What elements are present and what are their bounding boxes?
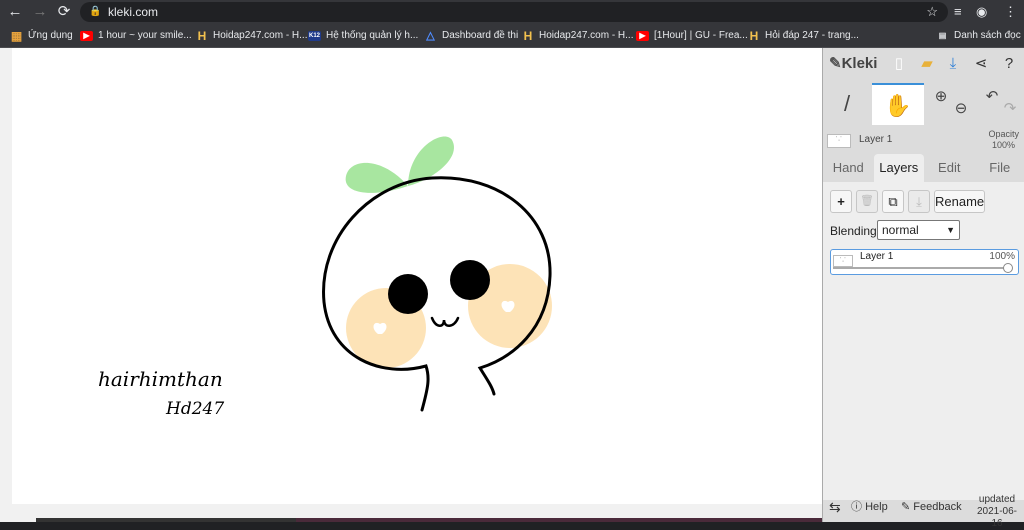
hand-tool[interactable]: ✋ — [872, 83, 924, 125]
address-bar[interactable]: 🔒 kleki.com ☆ — [80, 2, 948, 22]
feedback-button[interactable]: ✎ Feedback — [901, 500, 962, 514]
layer-thumbnail: ˙·˙ — [827, 134, 851, 148]
brush-icon: / — [844, 91, 850, 116]
bookmark-item[interactable]: ▶ 1 hour ~ your smile... — [80, 24, 192, 48]
bookmark-item[interactable]: K12 Hệ thống quản lý h... — [308, 24, 418, 48]
bookmarks-bar: ▦ Ứng dụng ▶ 1 hour ~ your smile... H Ho… — [0, 24, 1024, 48]
panel-footer: ⇆ ⓘ Help ✎ Feedback updated 2021-06-16 — [823, 492, 1024, 522]
tab-edit[interactable]: Edit — [924, 154, 975, 182]
canvas-margin — [0, 48, 12, 522]
blending-label: Blending — [830, 222, 877, 240]
download-icon[interactable]: ⤓ — [943, 54, 963, 74]
layer-name: Layer 1 — [860, 251, 893, 262]
k12-icon: K12 — [308, 31, 321, 41]
hoidap-icon: H — [196, 31, 208, 41]
leaf-shape — [346, 163, 408, 193]
hoidap-icon: H — [748, 31, 760, 41]
bookmark-item[interactable]: H Hoidap247.com - H... — [196, 24, 308, 48]
mouth — [432, 318, 458, 326]
browser-toolbar: ← → ⟳ 🔒 kleki.com ☆ ≡ ◉ ⋮ — [0, 0, 1024, 24]
youtube-icon: ▶ — [636, 31, 649, 41]
reload-icon[interactable]: ⟳ — [55, 3, 73, 21]
bookmark-item[interactable]: △ Dashboard đề thi — [424, 24, 518, 48]
layer-opacity-slider[interactable] — [1003, 263, 1013, 273]
delete-layer-button[interactable]: 🗑 — [856, 190, 878, 213]
help-icon[interactable]: ? — [999, 54, 1019, 74]
tool-row: / ✋ ⊕ ⊖ ↶ ↷ — [823, 83, 1024, 125]
bookmark-apps[interactable]: ▦ Ứng dụng — [10, 24, 73, 48]
help-icon: ⓘ — [851, 501, 862, 513]
menu-dots-icon[interactable]: ⋮ — [1004, 2, 1017, 22]
opacity-label: Opacity — [988, 129, 1019, 139]
drive-icon: △ — [424, 31, 437, 41]
apps-grid-icon: ▦ — [10, 31, 23, 41]
bookmark-item[interactable]: H Hỏi đáp 247 - trang... — [748, 24, 859, 48]
panel-tabs: Hand Layers Edit File — [823, 154, 1024, 182]
current-layer-preview: ˙·˙ Layer 1 Opacity 100% — [823, 128, 1024, 154]
new-image-icon[interactable]: ▯ — [889, 54, 909, 74]
share-icon[interactable]: ⋖ — [971, 54, 991, 74]
layer-thumbnail: ˙·˙ — [833, 255, 853, 267]
hoidap-icon: H — [522, 31, 534, 41]
blending-select[interactable]: normal ▼ — [877, 220, 960, 240]
taskbar-strip — [36, 518, 296, 522]
youtube-icon: ▶ — [80, 31, 93, 41]
reading-list-button[interactable]: ▤ Danh sách đọc — [936, 24, 1021, 48]
bookmark-item[interactable]: ▶ [1Hour] | GU - Frea... — [636, 24, 748, 48]
canvas-bottom-margin — [0, 504, 822, 522]
layer-opacity-track — [833, 267, 1011, 269]
layer-opacity: 100% — [989, 251, 1015, 262]
duplicate-layer-button[interactable]: ⧉ — [882, 190, 904, 213]
chevron-down-icon: ▼ — [946, 221, 955, 239]
lock-icon: 🔒 — [89, 2, 101, 22]
url-text: kleki.com — [108, 5, 158, 19]
signature-text: hairhimthan — [98, 367, 223, 391]
reading-list-icon: ▤ — [936, 31, 949, 41]
kleki-panel: ✎Kleki ▯ ▰ ⤓ ⋖ ? / ✋ ⊕ ⊖ ↶ ↷ ˙·˙ Layer 1… — [822, 48, 1024, 522]
profile-avatar[interactable]: ◉ — [976, 2, 987, 22]
redo-button[interactable]: ↷ — [999, 83, 1021, 125]
opacity-value: 100% — [992, 140, 1015, 150]
current-layer-name: Layer 1 — [859, 134, 892, 145]
canvas-drawing[interactable]: hairhimthan Hd247 — [12, 48, 822, 504]
reading-mode-icon[interactable]: ≡ — [954, 2, 962, 22]
swap-side-icon[interactable]: ⇆ — [829, 500, 841, 514]
merge-layer-button[interactable]: ⤓ — [908, 190, 930, 213]
zoom-out-button[interactable]: ⊖ — [949, 83, 973, 125]
left-eye — [388, 274, 428, 314]
bookmark-item[interactable]: H Hoidap247.com - H... — [522, 24, 634, 48]
star-icon[interactable]: ☆ — [926, 2, 938, 22]
brush-tool[interactable]: / — [823, 83, 871, 125]
hand-icon: ✋ — [884, 93, 911, 118]
forward-icon[interactable]: → — [31, 3, 49, 21]
feedback-icon: ✎ — [901, 501, 910, 513]
taskbar-strip — [296, 518, 822, 522]
tab-file[interactable]: File — [975, 154, 1024, 182]
help-button[interactable]: ⓘ Help — [851, 500, 888, 514]
right-eye — [450, 260, 490, 300]
back-icon[interactable]: ← — [6, 3, 24, 21]
signature-text: Hd247 — [165, 399, 224, 419]
rename-layer-button[interactable]: Rename — [934, 190, 985, 213]
add-layer-button[interactable]: + — [830, 190, 852, 213]
tab-layers[interactable]: Layers — [874, 154, 925, 182]
panel-header: ✎Kleki ▯ ▰ ⤓ ⋖ ? — [823, 48, 1024, 80]
open-folder-icon[interactable]: ▰ — [917, 54, 937, 74]
tab-hand[interactable]: Hand — [823, 154, 874, 182]
kleki-logo: ✎Kleki — [829, 54, 877, 72]
update-info: updated 2021-06-16 — [973, 494, 1021, 530]
layer-list-item[interactable]: ˙·˙ Layer 1 100% — [830, 249, 1019, 275]
layers-tab-content: + 🗑 ⧉ ⤓ Rename Blending normal ▼ ˙·˙ Lay… — [823, 182, 1024, 500]
